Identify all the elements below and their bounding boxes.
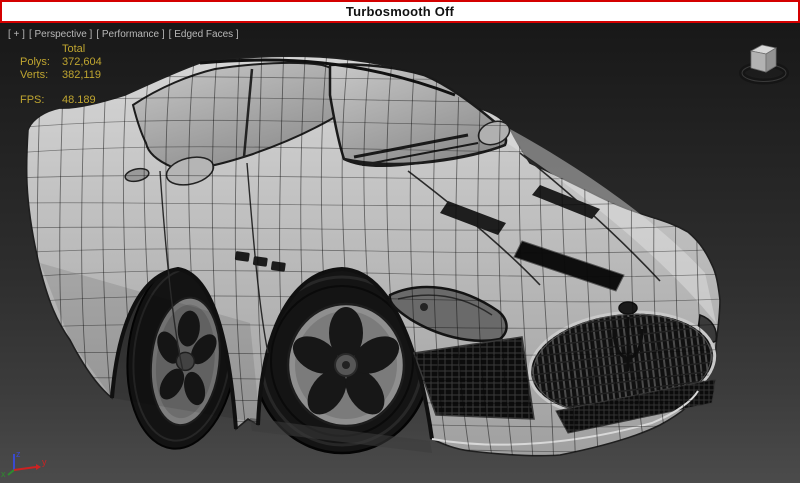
- axis-x-label: x: [1, 469, 6, 479]
- viewport[interactable]: [ + ] [ Perspective ] [ Performance ] [ …: [0, 23, 800, 483]
- stats-total-row: Total: [20, 43, 102, 56]
- verts-label: Verts:: [20, 69, 60, 82]
- verts-value: 382,119: [62, 69, 101, 82]
- fps-label: FPS:: [20, 94, 60, 107]
- stats-total-header: Total: [62, 43, 85, 56]
- fps-value: 48.189: [62, 94, 96, 107]
- viewport-performance-menu[interactable]: [ Performance ]: [96, 29, 164, 40]
- stats-verts-row: Verts: 382,119: [20, 69, 102, 82]
- axis-y-label: y: [42, 457, 47, 467]
- viewport-shading-menu[interactable]: [ Edged Faces ]: [169, 29, 239, 40]
- viewcube[interactable]: [734, 31, 794, 89]
- app-window: { "title_bar": { "label": "Turbosmooth O…: [0, 0, 800, 483]
- stats-fps-row: FPS: 48.189: [20, 94, 102, 107]
- axis-z-label: z: [16, 449, 21, 459]
- polys-label: Polys:: [20, 56, 60, 69]
- viewport-general-menu[interactable]: [ + ]: [8, 29, 25, 40]
- stats-polys-row: Polys: 372,604: [20, 56, 102, 69]
- statistics-overlay: Total Polys: 372,604 Verts: 382,119 FPS:…: [20, 43, 102, 107]
- viewport-label-bar: [ + ] [ Perspective ] [ Performance ] [ …: [8, 29, 239, 40]
- polys-value: 372,604: [62, 56, 102, 69]
- caption-bar: Turbosmooth Off: [0, 0, 800, 23]
- scene-canvas[interactable]: [0, 23, 800, 483]
- car-model[interactable]: [14, 41, 792, 479]
- caption-text: Turbosmooth Off: [346, 4, 454, 19]
- viewcube-cube[interactable]: [751, 45, 776, 72]
- viewport-pov-menu[interactable]: [ Perspective ]: [29, 29, 92, 40]
- world-axis-gizmo: z x y: [0, 449, 60, 481]
